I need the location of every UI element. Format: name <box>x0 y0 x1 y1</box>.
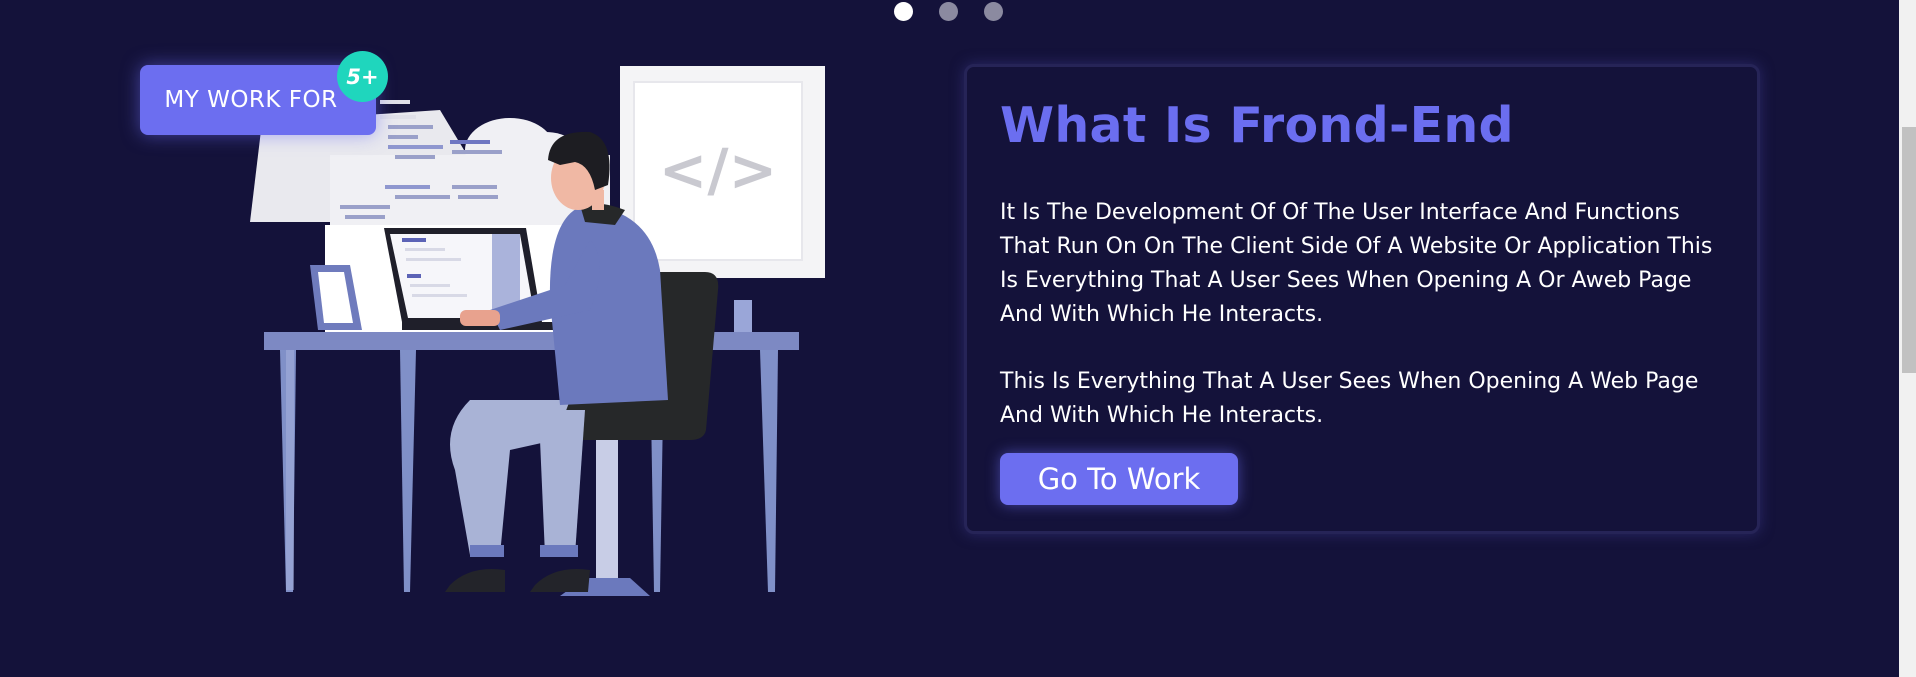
cup <box>734 300 752 332</box>
page: </> MY WORK FOR 5+ What Is Frond-End It … <box>0 0 1916 677</box>
desk <box>264 332 799 592</box>
carousel-dot-2[interactable] <box>939 2 958 21</box>
scrollbar-thumb[interactable] <box>1902 127 1916 373</box>
years-count-badge: 5+ <box>337 51 388 102</box>
code-symbol-icon: </> <box>659 136 777 204</box>
carousel-dot-1[interactable] <box>894 2 913 21</box>
carousel-dots <box>894 2 1003 21</box>
years-count-label: 5+ <box>346 64 379 89</box>
work-badge-label: MY WORK FOR <box>164 87 338 113</box>
card-paragraph-2: This Is Everything That A User Sees When… <box>1000 369 1699 428</box>
developer-illustration: </> <box>250 66 825 596</box>
card-title: What Is Frond-End <box>1000 97 1514 154</box>
go-to-work-button[interactable]: Go To Work <box>1000 453 1238 505</box>
carousel-dot-3[interactable] <box>984 2 1003 21</box>
info-card: What Is Frond-End It Is The Development … <box>964 64 1760 534</box>
card-paragraph-1: It Is The Development Of Of The User Int… <box>1000 200 1713 327</box>
